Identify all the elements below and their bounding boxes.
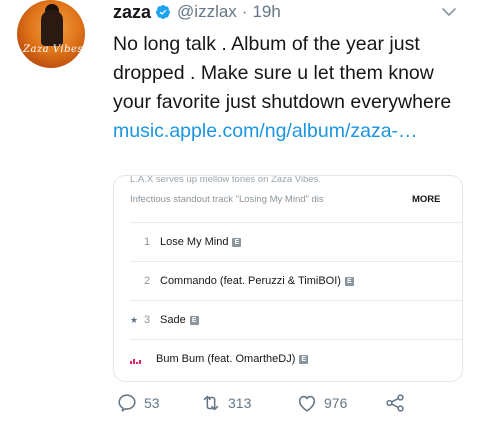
explicit-badge-icon: E: [232, 237, 242, 247]
chevron-down-icon[interactable]: [441, 6, 457, 18]
track-title: Sade: [160, 314, 186, 326]
reply-icon: [118, 394, 136, 412]
track-row[interactable]: Bum Bum (feat. OmartheDJ) E: [130, 339, 462, 378]
share-button[interactable]: [384, 392, 412, 414]
avatar-logo: Zaza Vibes: [23, 44, 84, 55]
explicit-badge-icon: E: [299, 354, 309, 364]
star-icon: ★: [130, 314, 139, 325]
retweet-count: 313: [228, 395, 252, 411]
reply-count: 53: [144, 395, 160, 411]
explicit-badge-icon: E: [344, 276, 354, 286]
explicit-badge-icon: E: [189, 315, 199, 325]
timestamp[interactable]: 19h: [252, 2, 280, 22]
user-handle[interactable]: @izzlax: [177, 2, 237, 22]
retweet-button[interactable]: 313: [200, 392, 296, 414]
display-name[interactable]: zaza: [113, 2, 151, 23]
track-number: 1: [143, 236, 151, 248]
track-title: Commando (feat. Peruzzi & TimiBOI): [160, 275, 341, 287]
reply-button[interactable]: 53: [116, 392, 200, 414]
verified-badge-icon: [156, 5, 171, 19]
track-number: 2: [143, 275, 151, 287]
now-playing-icon: [130, 354, 156, 364]
tweet-text: No long talk . Album of the year just dr…: [113, 30, 473, 146]
avatar-figure: [41, 10, 63, 46]
track-title: Bum Bum (feat. OmartheDJ): [156, 353, 296, 365]
track-number: 3: [143, 314, 151, 326]
separator-dot: ·: [241, 2, 248, 21]
like-count: 976: [324, 395, 348, 411]
track-title: Lose My Mind: [160, 236, 229, 248]
track-row[interactable]: 2 Commando (feat. Peruzzi & TimiBOI) E: [130, 261, 462, 300]
more-button[interactable]: MORE: [412, 194, 441, 205]
track-row[interactable]: ★ 3 Sade E: [130, 300, 462, 339]
tweet-header: zaza @izzlax · 19h: [113, 0, 281, 24]
like-button[interactable]: 976: [296, 392, 384, 414]
link-preview-card[interactable]: L.A.X serves up mellow tones on Zaza Vib…: [113, 175, 463, 382]
heart-icon: [298, 395, 316, 412]
tweet-actions: 53 313 976: [116, 392, 412, 414]
card-description-line2: Infectious standout track "Losing My Min…: [130, 194, 324, 205]
tweet-link[interactable]: music.apple.com/ng/album/zaza-…: [113, 120, 418, 142]
avatar[interactable]: Zaza Vibes: [17, 0, 85, 68]
tweet-body: No long talk . Album of the year just dr…: [113, 33, 452, 113]
track-row[interactable]: 1 Lose My Mind E: [130, 222, 462, 261]
card-description-line1: L.A.X serves up mellow tones on Zaza Vib…: [130, 175, 321, 185]
share-icon: [386, 394, 404, 412]
retweet-icon: [203, 395, 219, 411]
